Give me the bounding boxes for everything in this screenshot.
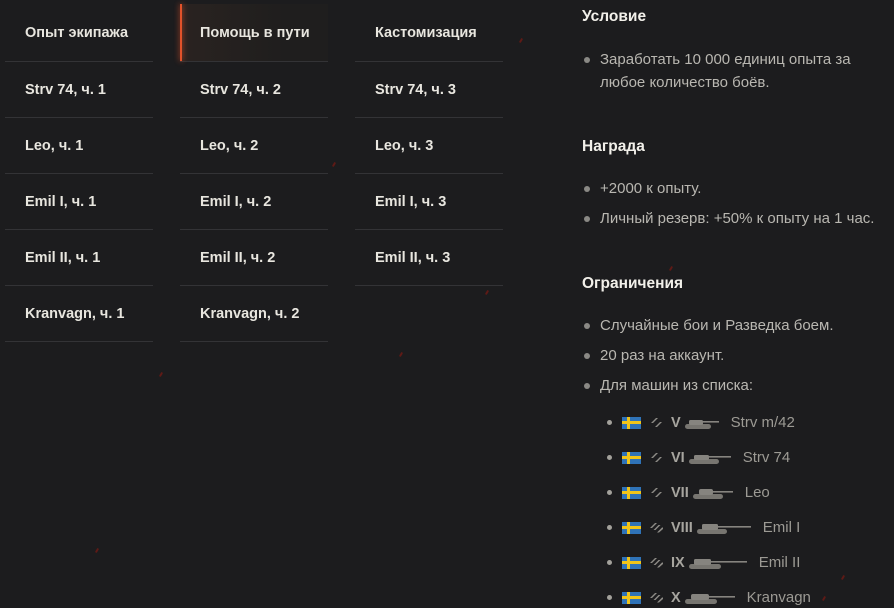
- tank-list-item: IX Emil II: [600, 545, 811, 580]
- background-spark: [840, 574, 846, 581]
- mission-emil1-part3[interactable]: Emil I, ч. 3: [355, 174, 503, 230]
- tank-name: Emil II: [758, 554, 801, 571]
- background-spark: [484, 289, 490, 296]
- background-spark: [94, 547, 100, 554]
- condition-title: Условие: [582, 8, 647, 25]
- heavy-tank-icon: [650, 523, 663, 533]
- tank-list-item: VIII Emil I: [600, 510, 811, 545]
- limits-item: Для машин из списка:: [582, 374, 834, 397]
- background-spark: [398, 351, 404, 358]
- tank-silhouette-icon: [684, 419, 719, 429]
- sweden-flag-icon: [622, 556, 641, 569]
- tank-list-item: VII Leo: [600, 475, 811, 510]
- tank-silhouette-icon: [688, 558, 747, 569]
- limits-item: 20 раз на аккаунт.: [582, 344, 834, 367]
- condition-item: Заработать 10 000 единиц опыта за любое к…: [582, 48, 851, 94]
- heavy-tank-icon: [650, 593, 663, 603]
- sweden-flag-icon: [622, 416, 641, 429]
- tank-name: Strv 74: [742, 449, 791, 466]
- tab-column-customization: Кастомизация Strv 74, ч. 3 Leo, ч. 3 Emi…: [355, 4, 503, 286]
- tank-name: Kranvagn: [746, 589, 811, 606]
- medium-tank-icon: [651, 453, 662, 462]
- limits-list: Случайные бои и Разведка боем. 20 раз на…: [582, 314, 834, 397]
- tank-list-item: X Kranvagn: [600, 580, 811, 608]
- condition-text-line2: любое количество боёв.: [600, 74, 770, 91]
- background-spark: [331, 161, 337, 168]
- mission-strv74-part1[interactable]: Strv 74, ч. 1: [5, 62, 153, 118]
- mission-kranvagn-part1[interactable]: Kranvagn, ч. 1: [5, 286, 153, 342]
- sweden-flag-icon: [622, 486, 641, 499]
- mission-emil1-part2[interactable]: Emil I, ч. 2: [180, 174, 328, 230]
- medium-tank-icon: [651, 488, 662, 497]
- sweden-flag-icon: [622, 451, 641, 464]
- mission-emil2-part1[interactable]: Emil II, ч. 1: [5, 230, 153, 286]
- tank-tier: IX: [671, 554, 685, 571]
- tab-help-on-way[interactable]: Помощь в пути: [180, 4, 328, 62]
- tank-name: Leo: [744, 484, 770, 501]
- tank-silhouette-icon: [684, 593, 735, 604]
- sweden-flag-icon: [622, 521, 641, 534]
- tab-customization[interactable]: Кастомизация: [355, 4, 503, 62]
- condition-text-line1: Заработать 10 000 единиц опыта за: [600, 51, 851, 68]
- limits-title: Ограничения: [582, 275, 684, 292]
- tank-silhouette-icon: [696, 523, 751, 534]
- mission-emil1-part1[interactable]: Emil I, ч. 1: [5, 174, 153, 230]
- heavy-tank-icon: [650, 558, 663, 568]
- limits-item: Случайные бои и Разведка боем.: [582, 314, 834, 337]
- condition-list: Заработать 10 000 единиц опыта за любое к…: [582, 48, 851, 94]
- tank-silhouette-icon: [688, 454, 731, 464]
- background-spark: [518, 37, 524, 44]
- tab-crew-xp[interactable]: Опыт экипажа: [5, 4, 153, 62]
- reward-item: +2000 к опыту.: [582, 177, 874, 200]
- mission-leo-part1[interactable]: Leo, ч. 1: [5, 118, 153, 174]
- background-spark: [158, 371, 164, 378]
- tab-column-crew-xp: Опыт экипажа Strv 74, ч. 1 Leo, ч. 1 Emi…: [5, 4, 153, 342]
- tank-list-item: V Strv m/42: [600, 405, 811, 440]
- mission-strv74-part2[interactable]: Strv 74, ч. 2: [180, 62, 328, 118]
- reward-item: Личный резерв: +50% к опыту на 1 час.: [582, 207, 874, 230]
- tank-name: Emil I: [762, 519, 801, 536]
- sweden-flag-icon: [622, 591, 641, 604]
- tank-name: Strv m/42: [730, 414, 795, 431]
- tank-list-item: VI Strv 74: [600, 440, 811, 475]
- mission-kranvagn-part2[interactable]: Kranvagn, ч. 2: [180, 286, 328, 342]
- tank-tier: V: [671, 414, 681, 431]
- mission-emil2-part2[interactable]: Emil II, ч. 2: [180, 230, 328, 286]
- background-spark: [821, 595, 827, 602]
- tab-column-help-on-way: Помощь в пути Strv 74, ч. 2 Leo, ч. 2 Em…: [180, 4, 328, 342]
- tank-tier: VIII: [671, 519, 693, 536]
- medium-tank-icon: [651, 418, 662, 427]
- mission-strv74-part3[interactable]: Strv 74, ч. 3: [355, 62, 503, 118]
- tank-tier: VI: [671, 449, 685, 466]
- tank-tier: VII: [671, 484, 689, 501]
- tank-tier: X: [671, 589, 681, 606]
- mission-emil2-part3[interactable]: Emil II, ч. 3: [355, 230, 503, 286]
- mission-leo-part2[interactable]: Leo, ч. 2: [180, 118, 328, 174]
- reward-list: +2000 к опыту. Личный резерв: +50% к опы…: [582, 177, 874, 230]
- background-spark: [668, 265, 674, 272]
- reward-title: Награда: [582, 138, 645, 155]
- tank-list: V Strv m/42 VI Strv 74 VII Leo VIII Emil…: [600, 405, 811, 608]
- mission-leo-part3[interactable]: Leo, ч. 3: [355, 118, 503, 174]
- tank-silhouette-icon: [692, 488, 733, 499]
